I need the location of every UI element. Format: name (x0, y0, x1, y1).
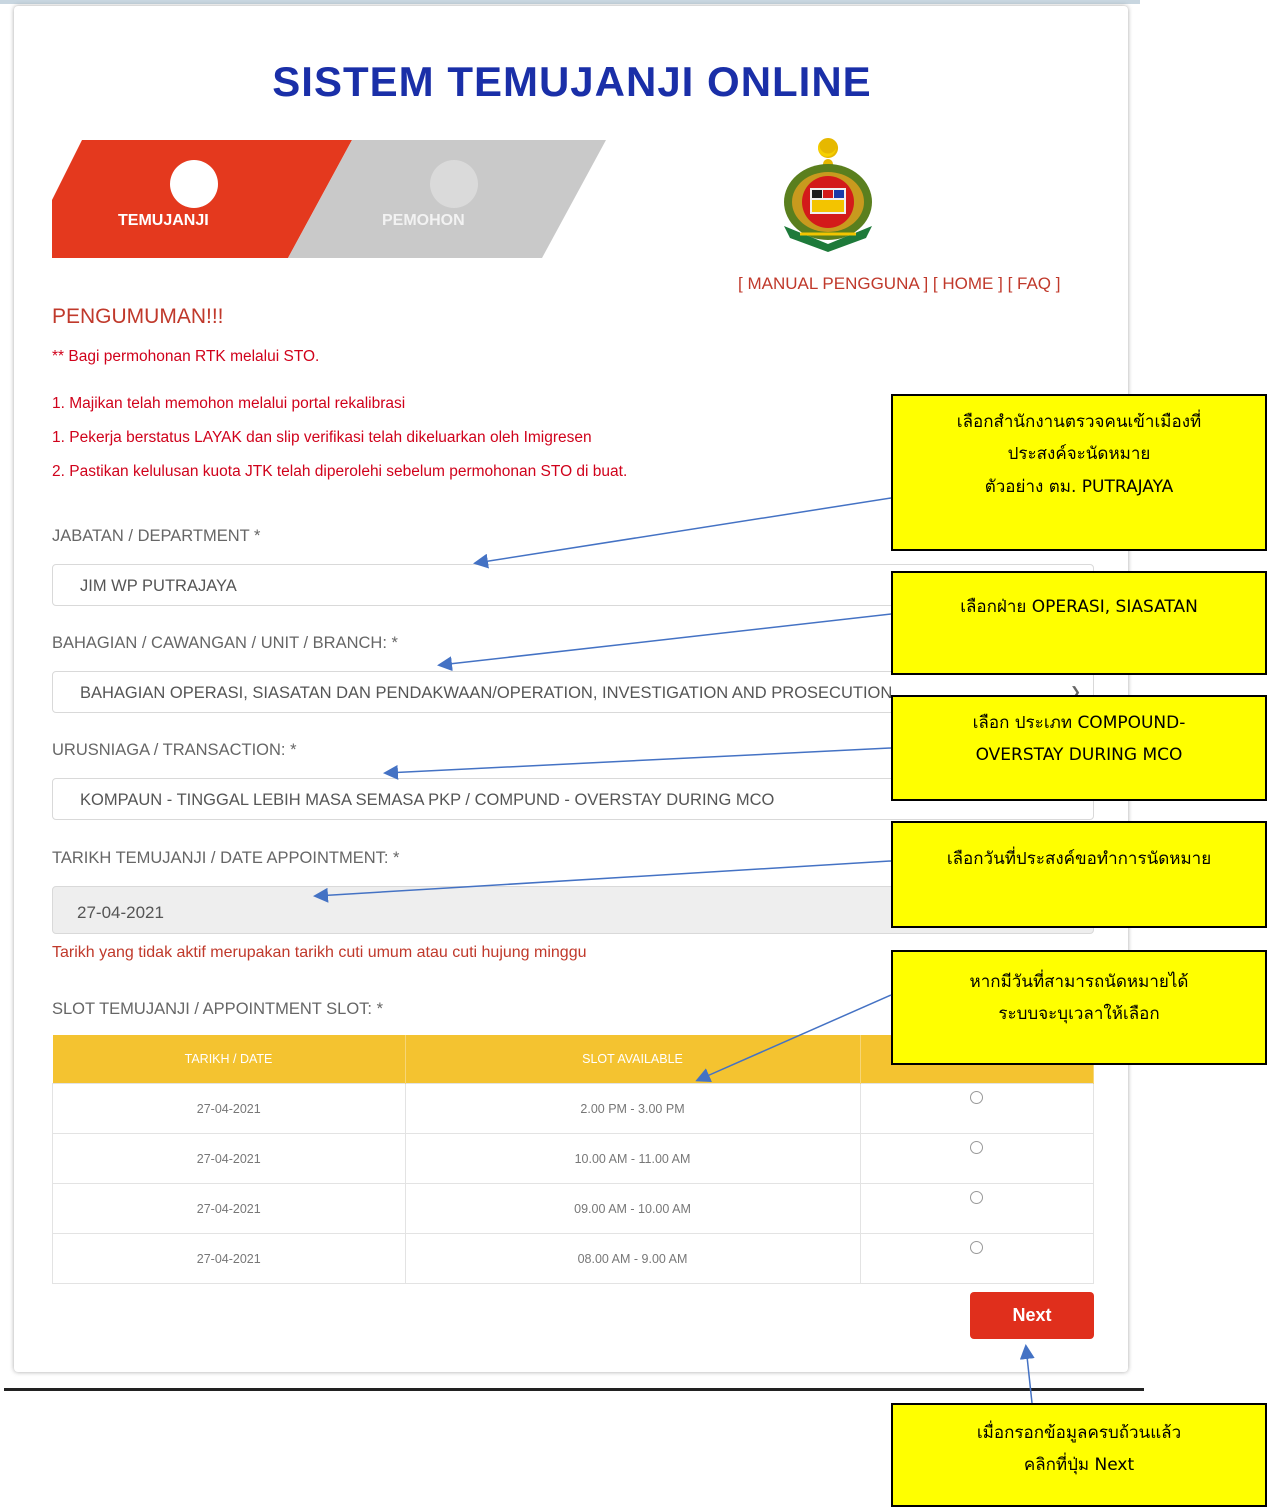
arrow-to-slot (695, 994, 892, 1083)
arrow-to-transaction (383, 747, 892, 780)
arrow-to-department (473, 497, 892, 569)
annotation-arrows (313, 497, 1035, 1404)
arrow-to-date (313, 860, 892, 903)
arrow-to-branch (437, 613, 892, 672)
arrow-to-next (1019, 1344, 1035, 1404)
